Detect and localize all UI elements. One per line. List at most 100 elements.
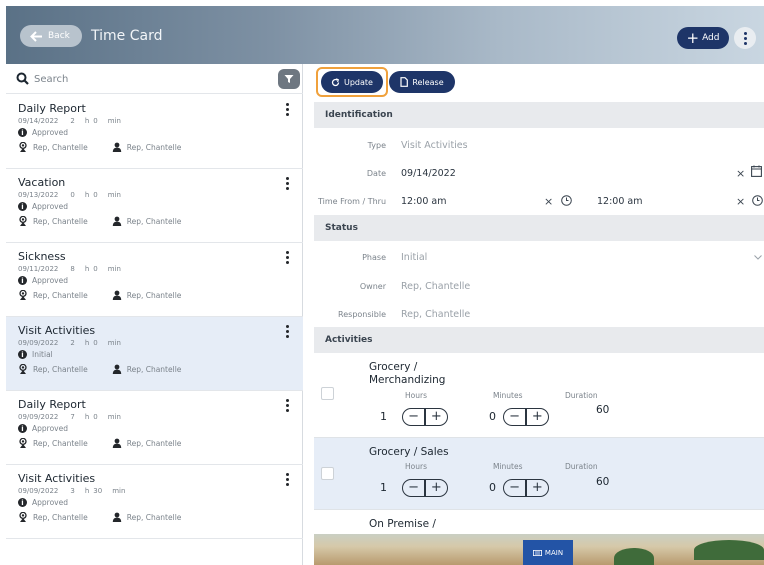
list-item-duration: 09/09/2022 3 h 30 min (18, 487, 126, 495)
activity-name-line2: Merchandizing (369, 374, 446, 386)
type-label: Type (367, 141, 386, 150)
person-icon (112, 216, 127, 226)
search-bar[interactable]: Search (6, 64, 303, 94)
list-item-people: Rep, Chantelle Rep, Chantelle (18, 438, 181, 448)
update-label: Update (344, 77, 373, 87)
person-icon (112, 290, 127, 300)
hours-value: 1 (380, 410, 387, 423)
clear-date-icon[interactable]: × (736, 167, 745, 180)
activity-name-line1: Grocery / (369, 361, 418, 373)
plus-icon[interactable]: + (527, 409, 548, 425)
time-thru-field[interactable]: 12:00 am (597, 196, 642, 207)
list-item[interactable]: Vacation 09/13/2022 0 h 0 min i Approved Rep, Ch… (6, 169, 303, 243)
list-item-title: Daily Report (18, 398, 86, 411)
responsible-value: Rep, Chantelle (401, 309, 471, 320)
minus-icon[interactable]: − (504, 480, 525, 496)
list-item-more-button[interactable] (286, 251, 289, 264)
list-item[interactable]: Daily Report 09/09/2022 7 h 0 min i Approved Rep… (6, 391, 303, 465)
hours-label: Hours (405, 391, 427, 400)
list-item-people: Rep, Chantelle Rep, Chantelle (18, 216, 181, 226)
arrow-left-icon (30, 30, 42, 42)
activity-row[interactable]: Grocery / Merchandizing Hours Minutes Du… (314, 353, 764, 438)
minus-icon[interactable]: − (403, 409, 424, 425)
list-item[interactable]: Visit Activities 09/09/2022 2 h 0 min i Initial… (6, 317, 303, 391)
plus-icon[interactable]: + (426, 480, 447, 496)
list-item-title: Vacation (18, 176, 66, 189)
add-button[interactable]: + Add (677, 27, 729, 49)
identification-heading: Identification (325, 110, 393, 120)
list-item-people: Rep, Chantelle Rep, Chantelle (18, 290, 181, 300)
list-item[interactable]: Visit Activities 09/09/2022 3 h 30 min i Approv… (6, 465, 303, 539)
person-icon (112, 438, 127, 448)
hours-stepper[interactable]: − + (402, 408, 448, 426)
clock-icon[interactable] (752, 195, 763, 206)
release-button[interactable]: Release (389, 71, 455, 93)
more-options-button[interactable] (734, 27, 756, 49)
minutes-value: 0 (489, 410, 496, 423)
search-icon (16, 72, 29, 85)
minutes-value: 0 (489, 481, 496, 494)
list-item-people: Rep, Chantelle Rep, Chantelle (18, 364, 181, 374)
list-item-status: i Approved (18, 128, 68, 137)
filter-icon (284, 75, 294, 83)
plus-icon[interactable]: + (426, 409, 447, 425)
activity-row[interactable]: Grocery / Sales Hours Minutes Duration 1… (314, 438, 764, 510)
clock-icon[interactable] (561, 195, 572, 206)
list-item-more-button[interactable] (286, 399, 289, 412)
minutes-stepper[interactable]: − + (503, 479, 549, 497)
info-icon: i (18, 424, 27, 433)
clear-time-from-icon[interactable]: × (544, 195, 553, 208)
list-item-more-button[interactable] (286, 473, 289, 486)
hours-stepper[interactable]: − + (402, 479, 448, 497)
search-input[interactable]: Search (34, 74, 68, 85)
release-label: Release (412, 77, 444, 87)
list-item[interactable]: Sickness 09/11/2022 8 h 0 min i Approved Rep, Ch… (6, 243, 303, 317)
app-window: Back Time Card + Add Search Daily Report… (0, 0, 764, 565)
owner-label: Owner (359, 282, 386, 291)
list-item-status: i Approved (18, 424, 68, 433)
status-heading: Status (325, 223, 358, 233)
detail-toolbar: Update Release (314, 64, 764, 100)
duration-value: 60 (596, 404, 610, 416)
list-item-status: i Approved (18, 276, 68, 285)
filter-button[interactable] (278, 69, 300, 89)
identification-section-header: Identification (314, 102, 764, 128)
minus-icon[interactable]: − (403, 480, 424, 496)
minus-icon[interactable]: − (504, 409, 525, 425)
duration-value: 60 (596, 476, 610, 488)
time-from-field[interactable]: 12:00 am (401, 196, 446, 207)
list-item-more-button[interactable] (286, 325, 289, 338)
update-button[interactable]: Update (321, 71, 383, 93)
phase-label: Phase (362, 253, 386, 262)
status-section-header: Status (314, 215, 764, 241)
info-icon: i (18, 128, 27, 137)
hours-label: Hours (405, 462, 427, 471)
list-item-title: Visit Activities (18, 472, 96, 485)
activity-checkbox[interactable] (321, 467, 334, 480)
list-item[interactable]: Daily Report 09/14/2022 2 h 0 min i Approved Rep… (6, 95, 303, 169)
list-item-title: Visit Activities (18, 324, 96, 337)
main-menu-button[interactable]: MAIN (523, 540, 573, 565)
activity-checkbox[interactable] (321, 387, 334, 400)
add-label: Add (702, 33, 720, 43)
back-button[interactable]: Back (20, 25, 82, 47)
date-field[interactable]: 09/14/2022 (401, 168, 456, 179)
list-item-more-button[interactable] (286, 177, 289, 190)
hours-value: 1 (380, 481, 387, 494)
duration-label: Duration (565, 391, 598, 400)
rep-icon (18, 290, 33, 300)
rep-icon (18, 512, 33, 522)
info-icon: i (18, 276, 27, 285)
duration-label: Duration (565, 462, 598, 471)
time-card-detail: Update Release Identification Type Visit… (314, 64, 764, 565)
list-item-title: Daily Report (18, 102, 86, 115)
list-item-more-button[interactable] (286, 103, 289, 116)
calendar-icon[interactable] (751, 165, 762, 177)
time-card-list-panel: Search Daily Report 09/14/2022 2 h 0 min i Appr… (6, 64, 303, 565)
list-item-title: Sickness (18, 250, 66, 263)
minutes-stepper[interactable]: − + (503, 408, 549, 426)
activity-name-line1: On Premise / (369, 518, 436, 530)
plus-icon[interactable]: + (527, 480, 548, 496)
chevron-down-icon[interactable] (754, 255, 762, 260)
clear-time-thru-icon[interactable]: × (736, 195, 745, 208)
